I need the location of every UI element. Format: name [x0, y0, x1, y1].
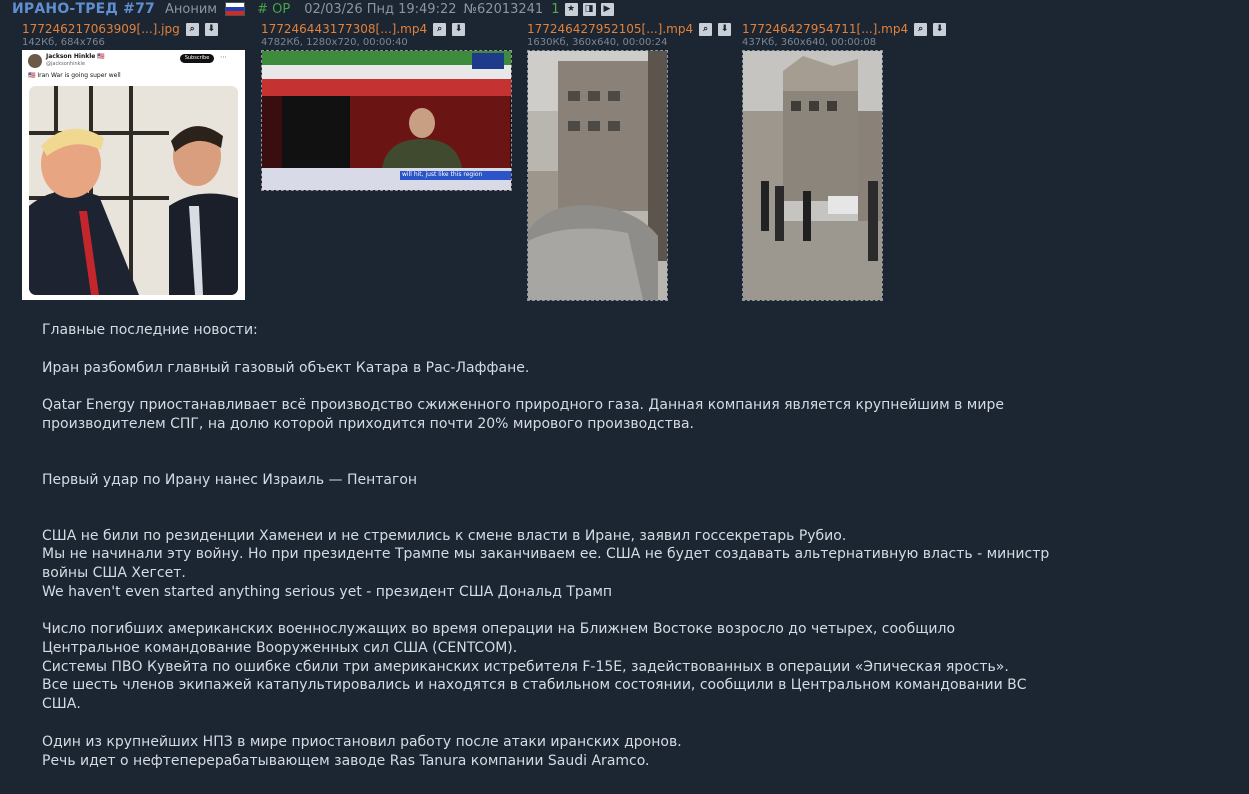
text-line: Мы не начинали эту войну. Но при президе… — [42, 546, 1050, 581]
file-name-link[interactable]: 177246427954711[...].mp4 — [742, 22, 908, 36]
play-icon[interactable]: ▶ — [600, 2, 614, 16]
file-info: 1630Кб, 360x640, 00:00:24 — [527, 37, 668, 48]
tweet-text: 🇺🇸 Iran War is going super well — [28, 72, 121, 79]
replies-count[interactable]: 1 — [551, 2, 559, 17]
search-icon[interactable]: ⌕ — [914, 22, 928, 36]
text-line: Один из крупнейших НПЗ в мире приостанов… — [42, 733, 682, 750]
video-thumbnail-tv[interactable]: will hit, just like this region — [261, 50, 512, 191]
file-attachment: 177246443177308[...].mp4 ⌕ ⬇ 4782Кб, 128… — [261, 22, 466, 48]
tweet-handle: @jacksonhinkle — [46, 61, 86, 67]
post-datetime: 02/03/26 Пнд 19:49:22 — [304, 1, 457, 17]
video-thumbnail-ruins[interactable] — [742, 50, 883, 301]
russia-flag-icon — [225, 2, 246, 16]
paragraph: Иран разбомбил главный газовый объект Ка… — [42, 359, 1052, 378]
text-line: Число погибших американских военнослужащ… — [42, 621, 956, 657]
tweet-photo-art — [29, 86, 238, 295]
paragraph: Главные последние новости: — [42, 321, 1052, 340]
tweet-photo — [29, 86, 238, 295]
post-body: Главные последние новости: Иран разбомби… — [42, 321, 1052, 770]
download-icon[interactable]: ⬇ — [204, 22, 218, 36]
file-info: 4782Кб, 1280x720, 00:00:40 — [261, 37, 408, 48]
video-frame-art — [743, 51, 882, 300]
text-line: Первый удар по Ирану нанес Израиль — Пен… — [42, 471, 418, 488]
download-icon[interactable]: ⬇ — [933, 22, 947, 36]
paragraph: Число погибших американских военнослужащ… — [42, 620, 1052, 714]
paragraph: Qatar Energy приостанавливает всё произв… — [42, 396, 1052, 433]
thread-subject: ИРАНО-ТРЕД #77 — [12, 1, 155, 17]
file-info: 437Кб, 360x640, 00:00:08 — [742, 37, 877, 48]
file-name-link[interactable]: 177246427952105[...].mp4 — [527, 22, 693, 36]
file-name-link[interactable]: 177246217063909[...].jpg — [22, 22, 180, 36]
video-frame-art — [262, 51, 511, 190]
tweet-author: Jackson Hinkle 🇺🇸 — [46, 53, 105, 60]
video-thumbnail-street[interactable] — [527, 50, 668, 301]
download-icon[interactable]: ⬇ — [452, 22, 466, 36]
file-attachment: 177246427954711[...].mp4 ⌕ ⬇ 437Кб, 360x… — [742, 22, 947, 48]
text-line: США не били по резиденции Хаменеи и не с… — [42, 527, 847, 544]
file-name-link[interactable]: 177246443177308[...].mp4 — [261, 22, 427, 36]
text-line: Qatar Energy приостанавливает всё произв… — [42, 397, 1004, 433]
star-icon[interactable]: ★ — [564, 2, 578, 16]
clip-icon[interactable]: ◨ — [582, 2, 596, 16]
file-info: 142Кб, 684x766 — [22, 37, 105, 48]
tweet-more-icon: ⋯ — [220, 53, 227, 61]
search-icon[interactable]: ⌕ — [699, 22, 713, 36]
file-attachment: 177246217063909[...].jpg ⌕ ⬇ 142Кб, 684x… — [22, 22, 218, 48]
file-attachment: 177246427952105[...].mp4 ⌕ ⬇ 1630Кб, 360… — [527, 22, 732, 48]
search-icon[interactable]: ⌕ — [185, 22, 199, 36]
paragraph: Первый удар по Ирану нанес Израиль — Пен… — [42, 471, 1052, 490]
paragraph: США не били по резиденции Хаменеи и не с… — [42, 527, 1052, 602]
text-line: We haven't even started anything serious… — [42, 583, 613, 600]
video-frame-art — [528, 51, 667, 300]
video-caption: will hit, just like this region — [402, 171, 483, 178]
text-line: Иран разбомбил главный газовый объект Ка… — [42, 359, 530, 376]
download-icon[interactable]: ⬇ — [718, 22, 732, 36]
op-label: # OP — [257, 1, 291, 17]
search-icon[interactable]: ⌕ — [433, 22, 447, 36]
image-thumbnail-tweet[interactable]: Jackson Hinkle 🇺🇸 @jacksonhinkle Subscri… — [22, 50, 245, 300]
post-header: ИРАНО-ТРЕД #77 Аноним # OP 02/03/26 Пнд … — [12, 0, 614, 18]
text-line: Системы ПВО Кувейта по ошибке сбили три … — [42, 658, 1009, 675]
tweet-subscribe: Subscribe — [180, 54, 214, 63]
text-line: Все шесть членов экипажей катапультирова… — [42, 677, 1027, 713]
text-line: Речь идет о нефтеперерабатывающем заводе… — [42, 752, 650, 769]
avatar — [28, 54, 42, 68]
paragraph: Один из крупнейших НПЗ в мире приостанов… — [42, 733, 1052, 770]
post-author: Аноним — [164, 1, 218, 17]
post-number-link[interactable]: №62013241 — [464, 2, 544, 17]
text-line: Главные последние новости: — [42, 322, 258, 338]
